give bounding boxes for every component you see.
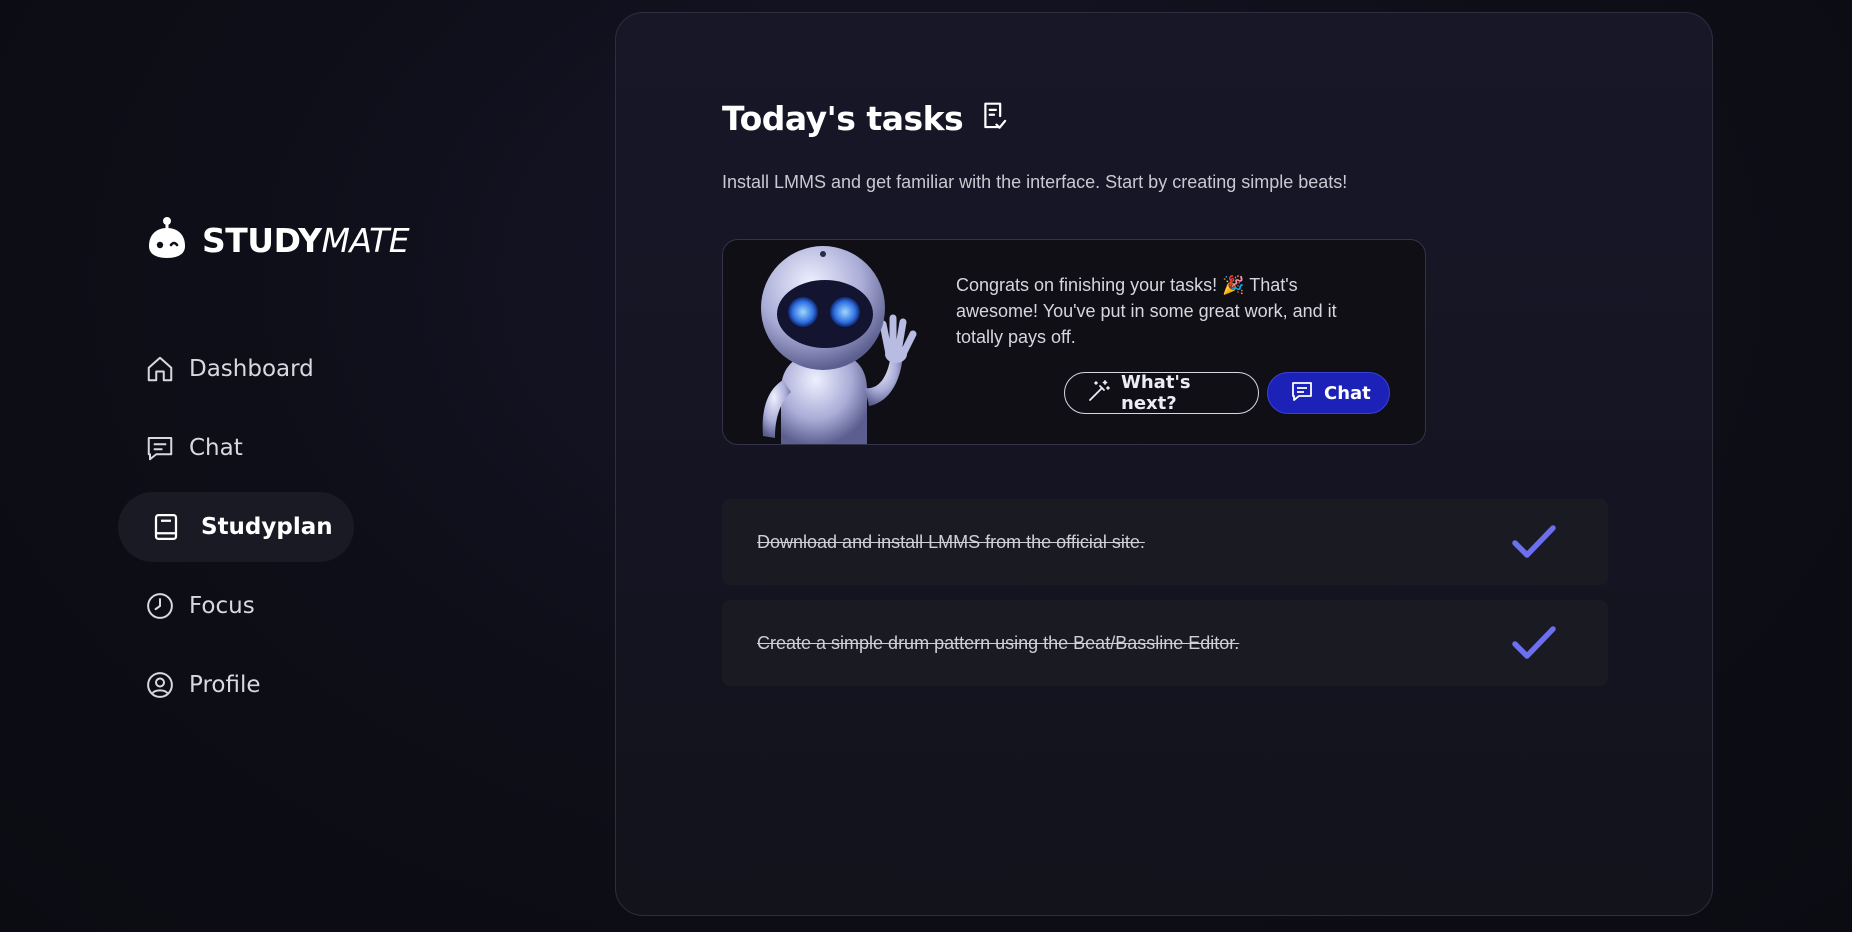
- sidebar: STUDYMATE Dashboard Chat Studyplan Focus: [0, 0, 600, 932]
- clipboard-check-icon: [979, 100, 1009, 137]
- sidebar-item-label: Studyplan: [201, 514, 333, 540]
- task-item[interactable]: Download and install LMMS from the offic…: [722, 499, 1608, 585]
- chat-bubble-icon: [145, 433, 175, 463]
- sidebar-item-dashboard[interactable]: Dashboard: [118, 334, 378, 404]
- home-icon: [145, 354, 175, 384]
- sidebar-item-label: Focus: [189, 593, 255, 619]
- sidebar-item-focus[interactable]: Focus: [118, 571, 378, 641]
- book-icon: [151, 512, 181, 542]
- sidebar-nav: Dashboard Chat Studyplan Focus Profile: [118, 334, 378, 729]
- main-panel: Today's tasks Install LMMS and get famil…: [615, 12, 1713, 916]
- congrats-card: Congrats on finishing your tasks! 🎉 That…: [722, 239, 1426, 445]
- sidebar-item-studyplan[interactable]: Studyplan: [118, 492, 354, 562]
- logo-text: STUDYMATE: [202, 221, 410, 260]
- sidebar-item-label: Dashboard: [189, 356, 314, 382]
- whats-next-label: What's next?: [1121, 372, 1191, 414]
- congrats-actions: What's next? Chat: [1064, 372, 1390, 414]
- clock-icon: [145, 591, 175, 621]
- task-item[interactable]: Create a simple drum pattern using the B…: [722, 600, 1608, 686]
- chat-button[interactable]: Chat: [1267, 372, 1390, 414]
- task-text: Create a simple drum pattern using the B…: [757, 632, 1240, 653]
- checkmark-icon[interactable]: [1512, 523, 1556, 561]
- magic-wand-icon: [1087, 379, 1111, 408]
- checkmark-icon[interactable]: [1512, 624, 1556, 662]
- sidebar-item-label: Profile: [189, 672, 261, 698]
- robot-head-icon: [146, 216, 188, 265]
- robot-mascot-image: [733, 240, 943, 444]
- congrats-message: Congrats on finishing your tasks! 🎉 That…: [956, 275, 1337, 347]
- chat-label: Chat: [1324, 382, 1371, 404]
- page-title-row: Today's tasks: [722, 99, 1009, 138]
- page-subtitle: Install LMMS and get familiar with the i…: [722, 172, 1348, 192]
- task-text: Download and install LMMS from the offic…: [757, 531, 1145, 552]
- user-circle-icon: [145, 670, 175, 700]
- whats-next-button[interactable]: What's next?: [1064, 372, 1259, 414]
- chat-bubble-icon: [1290, 379, 1314, 408]
- page-title: Today's tasks: [722, 99, 964, 138]
- app-logo[interactable]: STUDYMATE: [146, 216, 410, 265]
- sidebar-item-chat[interactable]: Chat: [118, 413, 378, 483]
- sidebar-item-label: Chat: [189, 435, 243, 461]
- sidebar-item-profile[interactable]: Profile: [118, 650, 378, 720]
